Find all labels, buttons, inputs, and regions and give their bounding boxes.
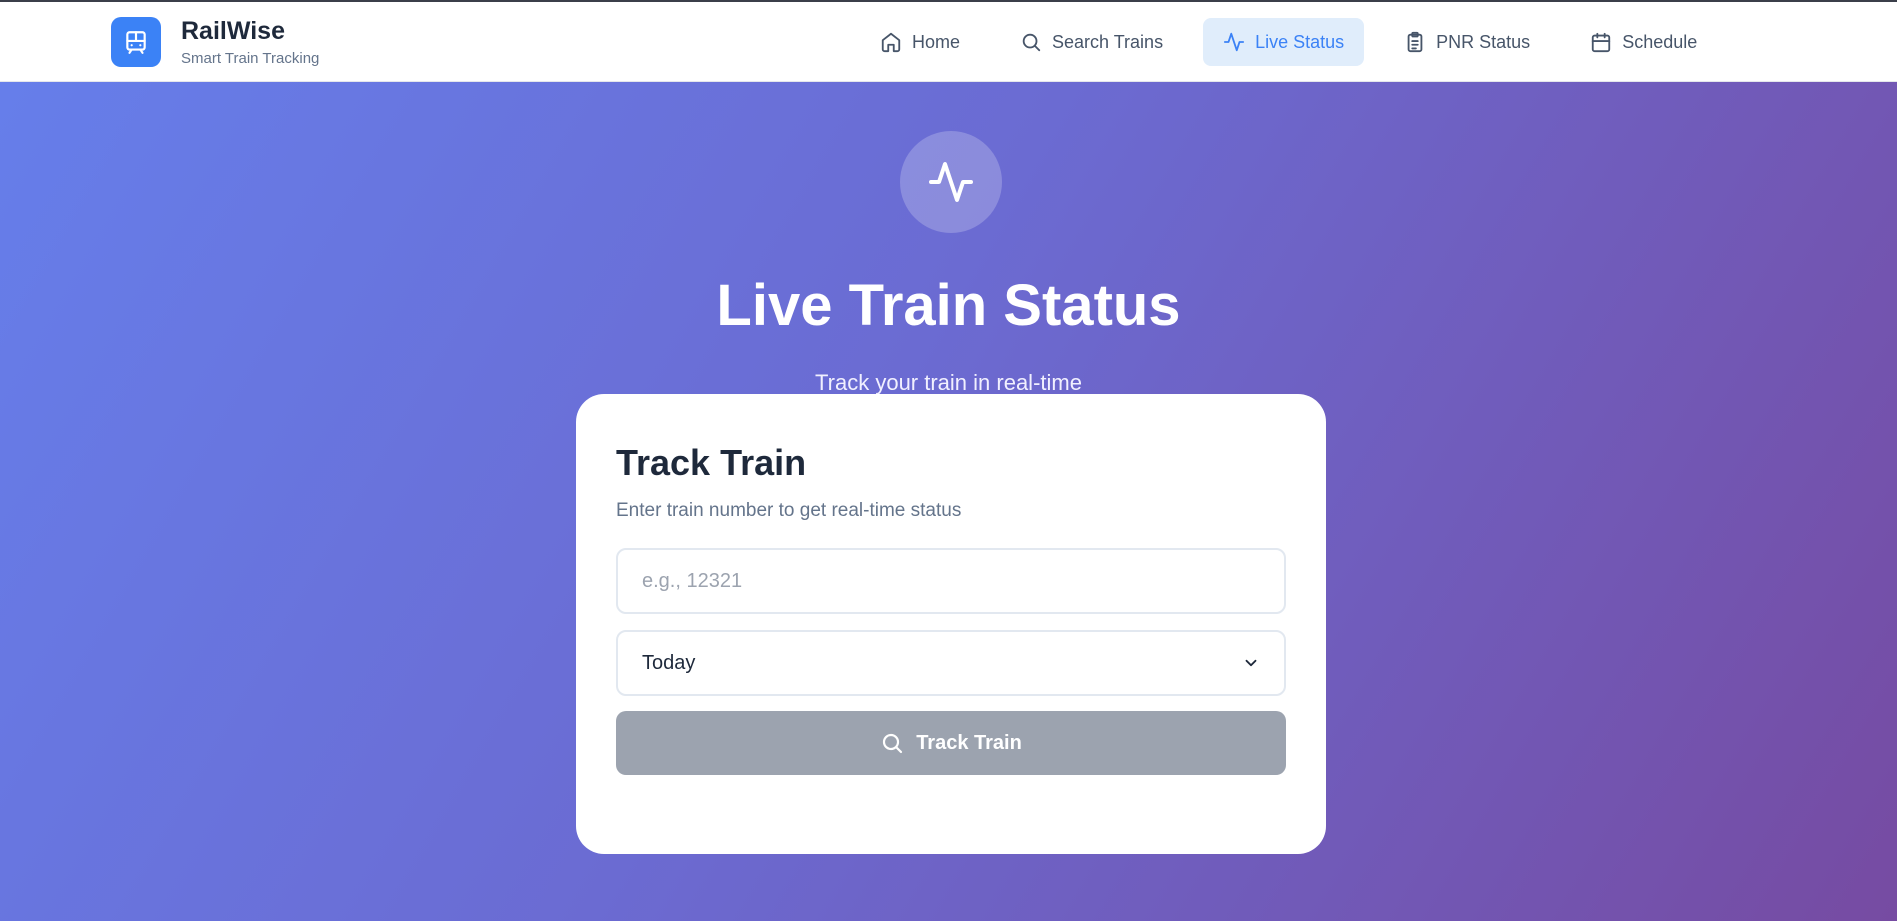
nav-item-label: Home: [912, 31, 961, 52]
search-icon: [1022, 33, 1041, 52]
date-select[interactable]: Today: [616, 630, 1286, 696]
main-nav: Home Search Trains Live Status PNR Statu…: [860, 18, 1737, 66]
brand[interactable]: RailWise Smart Train Tracking: [111, 17, 319, 67]
page-subtitle: Track your train in real-time: [815, 370, 1082, 395]
brand-name: RailWise: [181, 17, 285, 45]
hero-icon-circle: [900, 131, 1002, 233]
nav-item-label: Live Status: [1255, 31, 1345, 52]
brand-tagline: Smart Train Tracking: [181, 50, 320, 67]
track-train-card: Track Train Enter train number to get re…: [576, 394, 1326, 854]
nav-item-pnr-status[interactable]: PNR Status: [1384, 18, 1550, 66]
activity-icon: [929, 162, 973, 202]
nav-item-live-status[interactable]: Live Status: [1203, 18, 1365, 66]
nav-item-label: Search Trains: [1052, 31, 1164, 52]
track-train-button-label: Track Train: [916, 731, 1022, 754]
card-subtitle: Enter train number to get real-time stat…: [616, 500, 962, 521]
train-number-input[interactable]: [616, 548, 1286, 614]
page-title: Live Train Status: [716, 273, 1181, 338]
clipboard-icon: [1407, 31, 1423, 53]
activity-icon: [1223, 32, 1245, 52]
card-title: Track Train: [616, 442, 807, 483]
top-navbar: RailWise Smart Train Tracking Home Searc…: [0, 2, 1897, 82]
train-icon: [111, 17, 161, 67]
home-icon: [881, 32, 901, 53]
nav-item-label: PNR Status: [1436, 31, 1531, 52]
nav-item-schedule[interactable]: Schedule: [1570, 18, 1717, 66]
nav-item-search-trains[interactable]: Search Trains: [1000, 18, 1183, 66]
nav-item-home[interactable]: Home: [860, 18, 980, 66]
track-train-button[interactable]: Track Train: [616, 711, 1286, 775]
nav-item-label: Schedule: [1622, 31, 1698, 52]
calendar-icon: [1592, 32, 1611, 53]
date-select-value: Today: [642, 651, 696, 674]
chevron-down-icon: [1245, 659, 1257, 667]
search-icon: [883, 733, 903, 754]
